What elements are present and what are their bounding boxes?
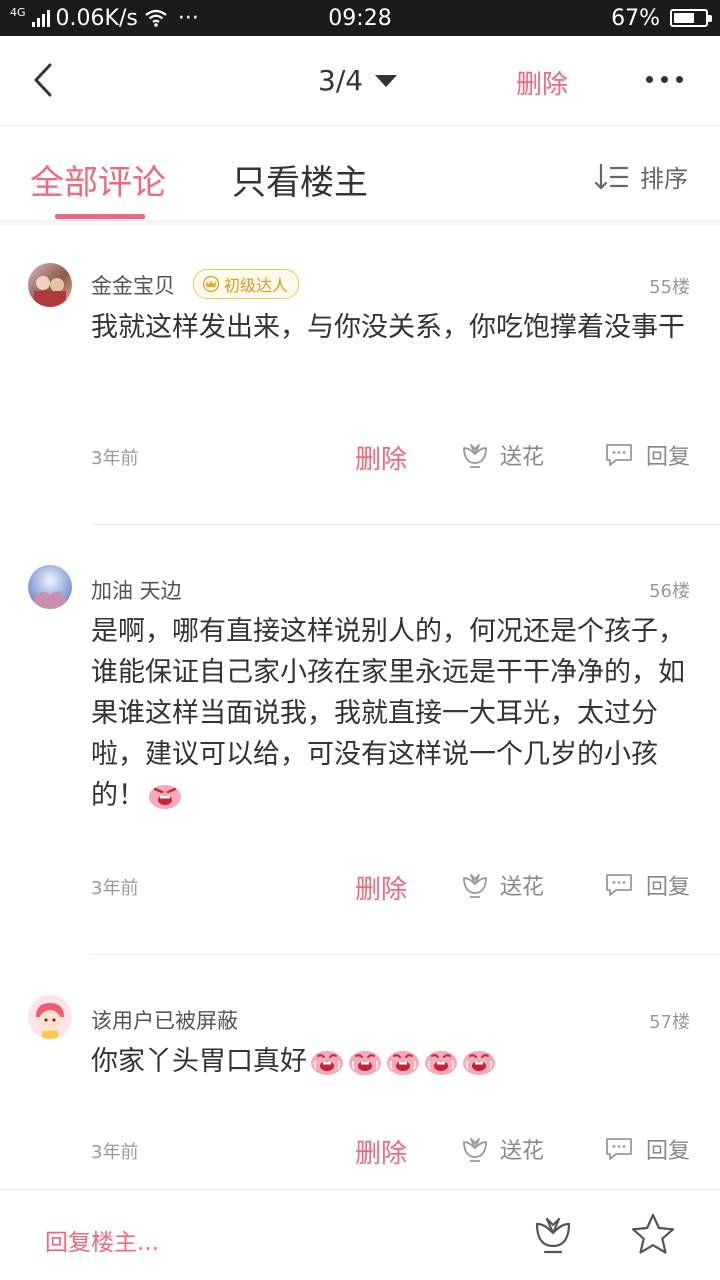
delete-post-button[interactable]: 删除 bbox=[516, 64, 568, 101]
emoji-row bbox=[307, 1046, 497, 1077]
tab-all-comments[interactable]: 全部评论 bbox=[30, 155, 166, 204]
floor-number: 55楼 bbox=[649, 277, 690, 298]
more-dots-icon[interactable] bbox=[646, 76, 683, 83]
bottom-bar: 回复楼主... bbox=[0, 1189, 720, 1280]
level-badge: 初级达人 bbox=[193, 269, 300, 299]
battery-fill bbox=[674, 13, 694, 23]
send-flower-label: 送花 bbox=[500, 875, 545, 900]
comment-item: 加油 天边 56楼 是啊，哪有直接这样说别人的，何况还是个孩子，谁能保证自己家小… bbox=[0, 525, 720, 955]
comment-text: 是啊，哪有直接这样说别人的，何况还是个孩子，谁能保证自己家小孩在家里永远是干干净… bbox=[91, 611, 701, 816]
delete-comment-button[interactable]: 删除 bbox=[355, 1133, 407, 1170]
sort-button[interactable]: 排序 bbox=[594, 159, 688, 194]
avatar[interactable] bbox=[28, 565, 72, 609]
comment-text: 你家丫头胃口真好 bbox=[91, 1041, 701, 1082]
comment-time: 3年前 bbox=[91, 1142, 139, 1163]
send-flower-label: 送花 bbox=[500, 445, 545, 470]
username[interactable]: 该用户已被屏蔽 bbox=[91, 1005, 238, 1035]
flower-icon[interactable] bbox=[532, 1214, 574, 1256]
flower-icon bbox=[463, 874, 487, 898]
tab-owner-only[interactable]: 只看楼主 bbox=[232, 155, 368, 204]
crying-emoji-icon bbox=[387, 1051, 419, 1075]
status-bar: 4G 0.06K/s ··· 09:28 67% bbox=[0, 0, 720, 36]
crying-emoji-icon bbox=[425, 1051, 457, 1075]
crying-emoji-icon bbox=[463, 1051, 495, 1075]
floor-number: 56楼 bbox=[649, 581, 690, 602]
avatar[interactable] bbox=[28, 995, 72, 1039]
comment-item: 该用户已被屏蔽 57楼 你家丫头胃口真好 3年前 删除 送花 回复 bbox=[0, 955, 720, 1189]
username[interactable]: 加油 天边 bbox=[91, 575, 182, 605]
dropdown-triangle-icon bbox=[375, 74, 398, 87]
send-flower-label: 送花 bbox=[500, 1139, 545, 1164]
send-flower-button[interactable]: 送花 bbox=[462, 439, 544, 471]
reply-label: 回复 bbox=[646, 875, 691, 900]
comment-item: 金金宝贝 初级达人 55楼 我就这样发出来，与你没关系，你吃饱撑着没事干 3年前… bbox=[0, 225, 720, 525]
reply-button[interactable]: 回复 bbox=[604, 439, 690, 471]
send-flower-button[interactable]: 送花 bbox=[462, 869, 544, 901]
delete-comment-button[interactable]: 删除 bbox=[355, 439, 407, 476]
comment-time: 3年前 bbox=[91, 448, 139, 469]
username[interactable]: 金金宝贝 bbox=[91, 270, 175, 300]
back-chevron-icon[interactable] bbox=[30, 62, 56, 98]
angry-emoji-icon bbox=[149, 785, 181, 809]
badge-label: 初级达人 bbox=[224, 276, 289, 295]
active-tab-indicator bbox=[55, 214, 145, 219]
comment-time: 3年前 bbox=[91, 878, 139, 899]
comment-text: 我就这样发出来，与你没关系，你吃饱撑着没事干 bbox=[91, 312, 685, 343]
comment-bubble-icon bbox=[606, 1138, 632, 1160]
sort-icon bbox=[594, 163, 629, 189]
sort-label: 排序 bbox=[640, 165, 688, 193]
reply-button[interactable]: 回复 bbox=[604, 869, 690, 901]
delete-comment-button[interactable]: 删除 bbox=[355, 869, 407, 906]
reply-label: 回复 bbox=[646, 1139, 691, 1164]
floor-number: 57楼 bbox=[649, 1012, 690, 1033]
comment-bubble-icon bbox=[606, 444, 632, 466]
page-selector[interactable]: 3/4 bbox=[318, 64, 398, 97]
reply-owner-input[interactable]: 回复楼主... bbox=[45, 1223, 159, 1257]
battery-percent: 67% bbox=[611, 5, 660, 31]
crying-emoji-icon bbox=[349, 1051, 381, 1075]
flower-icon bbox=[463, 444, 487, 468]
battery-icon bbox=[670, 9, 712, 27]
reply-button[interactable]: 回复 bbox=[604, 1133, 690, 1165]
send-flower-button[interactable]: 送花 bbox=[462, 1133, 544, 1165]
reply-label: 回复 bbox=[646, 445, 691, 470]
flower-icon bbox=[463, 1138, 487, 1162]
avatar[interactable] bbox=[28, 263, 72, 307]
comment-tabs: 全部评论 只看楼主 排序 bbox=[0, 127, 720, 221]
nav-bar: 3/4 删除 bbox=[0, 36, 720, 126]
crown-icon bbox=[202, 276, 220, 292]
crying-emoji-icon bbox=[311, 1051, 343, 1075]
star-icon[interactable] bbox=[630, 1212, 676, 1256]
comment-text-content: 你家丫头胃口真好 bbox=[91, 1046, 307, 1077]
comment-bubble-icon bbox=[606, 874, 632, 896]
page-indicator: 3/4 bbox=[318, 64, 364, 97]
